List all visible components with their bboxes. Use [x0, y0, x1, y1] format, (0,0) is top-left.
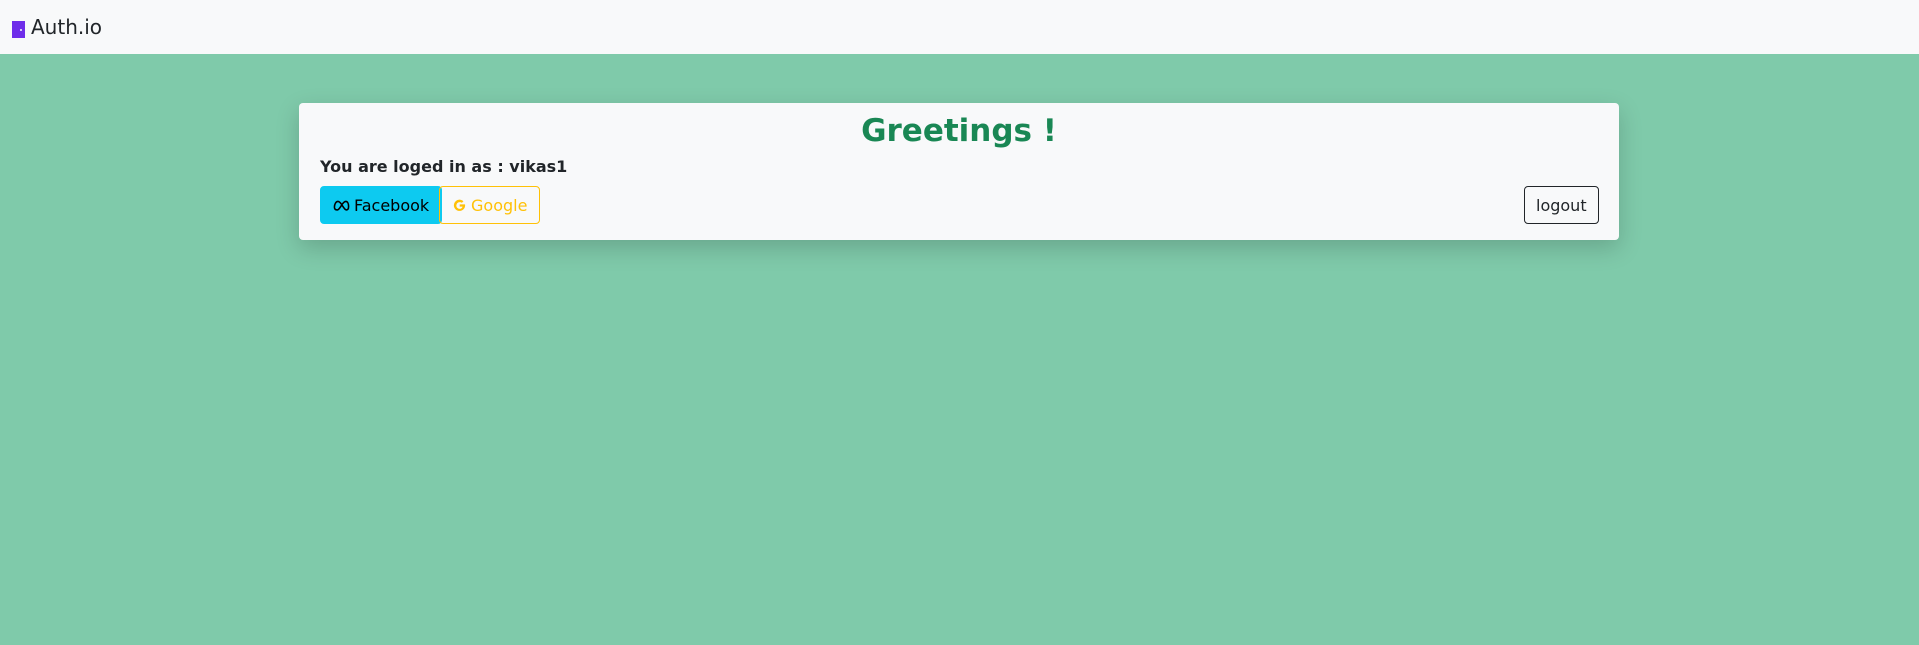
logged-in-text: You are loged in as : vikas1 — [320, 157, 568, 176]
facebook-button[interactable]: Facebook — [320, 186, 443, 224]
google-label: Google — [471, 195, 528, 215]
brand-link[interactable]: Auth.io — [12, 15, 102, 39]
card-title: Greetings ! — [861, 113, 1057, 149]
meta-icon — [333, 199, 350, 211]
facebook-label: Facebook — [354, 195, 430, 215]
brand-label: Auth.io — [31, 15, 103, 39]
logout-button[interactable]: logout — [1524, 186, 1599, 224]
google-icon — [452, 198, 467, 213]
google-button[interactable]: Google — [439, 186, 541, 224]
navbar: Auth.io — [0, 0, 1919, 54]
door-icon — [12, 20, 25, 38]
greeting-card: Greetings ! You are loged in as : vikas1… — [299, 103, 1619, 240]
